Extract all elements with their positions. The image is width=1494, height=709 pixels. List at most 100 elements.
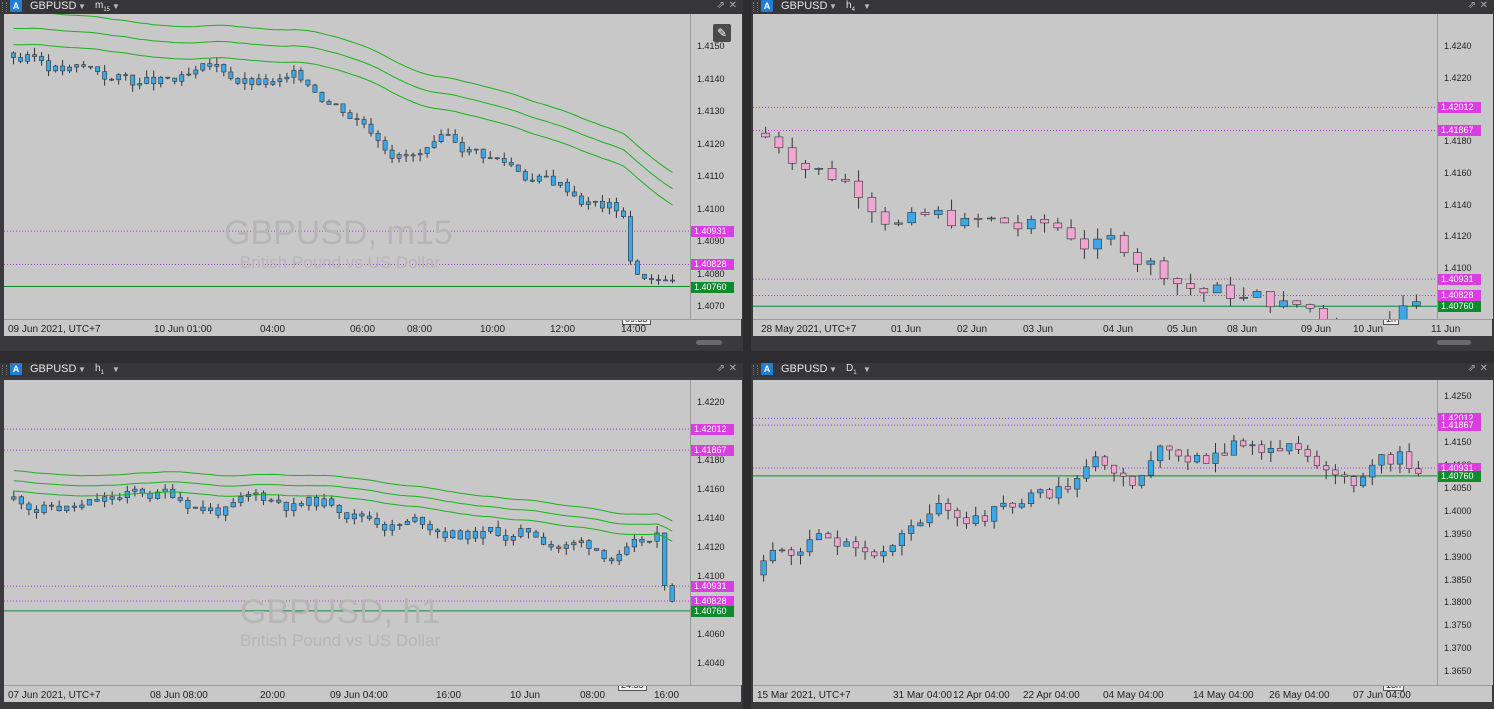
candlestick[interactable]: [1341, 471, 1348, 484]
candlestick[interactable]: [536, 174, 542, 184]
symbol-selector[interactable]: GBPUSD: [30, 363, 76, 376]
candlestick[interactable]: [788, 546, 795, 566]
candlestick[interactable]: [291, 497, 297, 517]
drag-grip-icon[interactable]: [2, 2, 7, 12]
candlestick[interactable]: [1369, 459, 1376, 486]
candlestick[interactable]: [944, 498, 952, 520]
candlestick[interactable]: [1120, 467, 1127, 487]
candlestick[interactable]: [1265, 291, 1275, 313]
candlestick[interactable]: [954, 507, 961, 527]
candlestick[interactable]: [614, 197, 619, 218]
candlestick[interactable]: [33, 505, 40, 519]
time-axis[interactable]: 15 Mar 2021, UTC+7 31 Mar 04:00 12 Apr 04:…: [753, 685, 1492, 702]
candlestick[interactable]: [548, 540, 554, 551]
candlestick[interactable]: [480, 526, 486, 545]
candlestick[interactable]: [525, 527, 531, 539]
candlestick[interactable]: [787, 137, 797, 171]
candlestick[interactable]: [972, 506, 979, 527]
candlestick[interactable]: [1119, 231, 1129, 257]
chart-panel-gbpusd-h4[interactable]: A GBPUSD ▼ h4 ▼ ⇗ ✕ 1.4240 1.4220 1.4180 1.…: [751, 0, 1494, 351]
chevron-down-icon[interactable]: ▼: [863, 0, 871, 13]
candlestick[interactable]: [609, 556, 615, 565]
candlestick[interactable]: [230, 498, 236, 508]
candlestick[interactable]: [522, 169, 528, 182]
candlestick[interactable]: [445, 128, 451, 136]
time-axis[interactable]: 28 May 2021, UTC+7 01 Jun 02 Jun 03 Jun 04 J…: [753, 319, 1492, 336]
candlestick[interactable]: [1092, 451, 1099, 472]
candlestick[interactable]: [117, 493, 123, 502]
candlestick[interactable]: [586, 539, 592, 556]
candlestick[interactable]: [438, 129, 444, 144]
candlestick[interactable]: [102, 65, 108, 86]
candlestick[interactable]: [1110, 464, 1118, 482]
candlestick[interactable]: [601, 549, 607, 562]
price-axis[interactable]: 1.4240 1.4220 1.4180 1.4160 1.4140 1.4120 1.41…: [1437, 14, 1493, 319]
candlestick[interactable]: [599, 195, 605, 213]
scrollbar-thumb[interactable]: [1437, 340, 1471, 345]
candlestick[interactable]: [427, 520, 433, 536]
symbol-selector[interactable]: GBPUSD: [30, 0, 76, 13]
candlestick[interactable]: [1249, 440, 1256, 456]
candlestick[interactable]: [442, 527, 448, 542]
candlestick[interactable]: [165, 76, 171, 80]
candlestick[interactable]: [654, 526, 660, 548]
moving-average-line[interactable]: [13, 44, 673, 206]
candlestick[interactable]: [340, 103, 346, 117]
candlestick[interactable]: [151, 70, 157, 91]
chart-plot-area[interactable]: [753, 14, 1437, 319]
candlestick[interactable]: [1166, 445, 1173, 460]
candlestick[interactable]: [305, 79, 311, 88]
candlestick[interactable]: [1386, 311, 1394, 319]
candlestick[interactable]: [1000, 216, 1009, 224]
candlestick[interactable]: [1018, 498, 1025, 510]
candlestick[interactable]: [1212, 281, 1222, 294]
time-axis[interactable]: 09 Jun 2021, UTC+7 10 Jun 01:00 04:00 06:00…: [4, 319, 741, 336]
candlestick[interactable]: [312, 83, 318, 93]
candlestick[interactable]: [635, 259, 640, 275]
candlestick[interactable]: [1159, 256, 1169, 286]
candlestick[interactable]: [144, 70, 150, 85]
candlestick[interactable]: [132, 485, 138, 497]
time-axis[interactable]: 07 Jun 2021, UTC+7 08 Jun 08:00 20:00 09 Ju…: [4, 685, 741, 702]
candlestick[interactable]: [529, 173, 535, 183]
candlestick[interactable]: [852, 536, 859, 557]
candlestick[interactable]: [973, 213, 983, 228]
chart-plot-area[interactable]: GBPUSD, h1 British Pound vs US Dollar: [4, 380, 690, 685]
candlestick[interactable]: [1175, 449, 1182, 462]
candlestick[interactable]: [585, 196, 591, 210]
candlestick[interactable]: [908, 519, 915, 541]
close-icon[interactable]: ✕: [1480, 0, 1488, 12]
candlestick[interactable]: [473, 148, 479, 155]
candlestick[interactable]: [344, 512, 350, 523]
candlestick[interactable]: [578, 192, 584, 207]
candlestick[interactable]: [1221, 443, 1228, 456]
candlestick[interactable]: [540, 532, 547, 546]
candlestick[interactable]: [172, 77, 178, 85]
candlestick[interactable]: [1066, 219, 1076, 241]
candlestick[interactable]: [276, 495, 282, 505]
candlestick[interactable]: [1415, 460, 1422, 477]
candlestick[interactable]: [1212, 443, 1219, 473]
candlestick[interactable]: [313, 494, 320, 511]
candlestick[interactable]: [488, 527, 494, 534]
candlestick[interactable]: [410, 152, 416, 162]
candlestick[interactable]: [1157, 444, 1164, 468]
horizontal-scrollbar[interactable]: [4, 336, 741, 349]
horizontal-scrollbar[interactable]: [4, 702, 741, 709]
candlestick[interactable]: [663, 275, 668, 282]
candlestick[interactable]: [933, 206, 943, 219]
candlestick[interactable]: [147, 490, 153, 502]
candlestick[interactable]: [1101, 454, 1108, 470]
candlestick[interactable]: [1319, 304, 1328, 319]
candlestick[interactable]: [1350, 475, 1357, 493]
candlestick[interactable]: [1009, 502, 1016, 514]
chart-plot-area[interactable]: GBPUSD, m15 British Pound vs US Dollar: [4, 14, 690, 319]
candlestick[interactable]: [319, 91, 325, 103]
candlestick[interactable]: [403, 149, 409, 162]
candlestick[interactable]: [155, 489, 161, 500]
candlestick[interactable]: [503, 529, 509, 547]
price-axis[interactable]: 1.4220 1.4180 1.4160 1.4140 1.4120 1.4100 1.40…: [690, 380, 742, 685]
candlestick[interactable]: [459, 136, 465, 158]
price-axis[interactable]: 1.42501.41501.41001.40501.40001.39501.39…: [1437, 380, 1493, 685]
candlestick[interactable]: [556, 544, 562, 553]
